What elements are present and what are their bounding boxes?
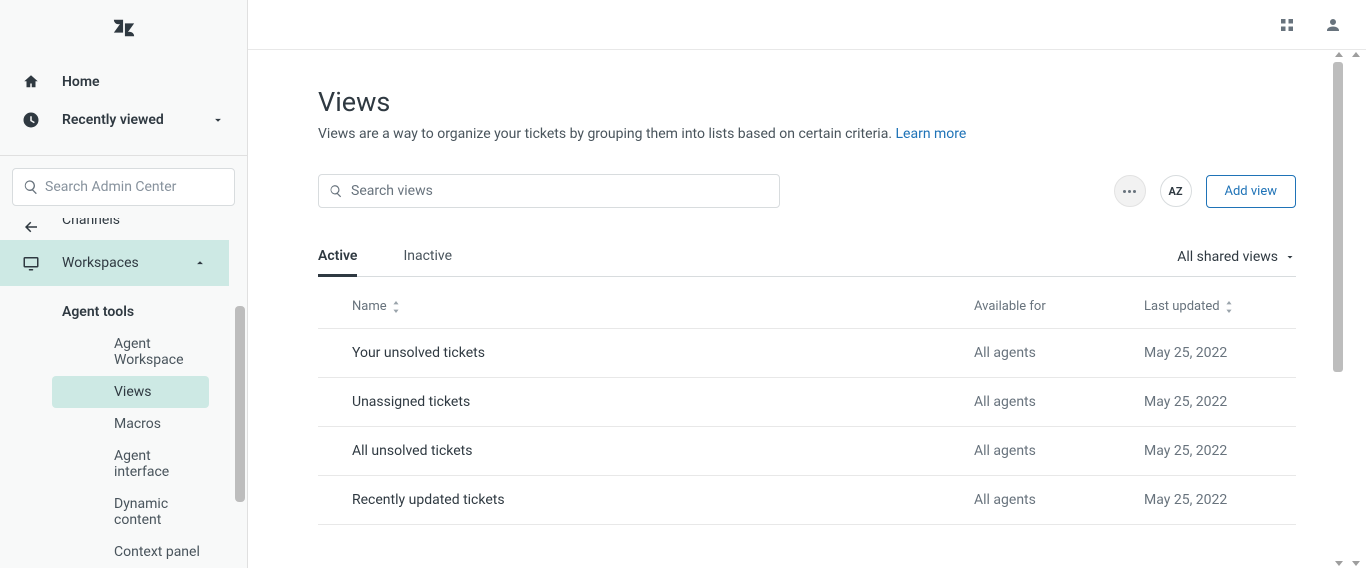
content-scrollbars (1332, 50, 1366, 568)
nav-recent-label: Recently viewed (62, 112, 164, 128)
sort-az-button[interactable]: AZ (1160, 175, 1192, 207)
search-views-box[interactable] (318, 174, 780, 208)
scroll-down-icon[interactable] (1335, 561, 1343, 566)
cell-available-for: All agents (974, 443, 1144, 459)
topbar (248, 0, 1366, 50)
cell-last-updated: May 25, 2022 (1144, 394, 1296, 410)
nav-recent[interactable]: Recently viewed (0, 101, 247, 139)
clock-icon (22, 111, 40, 129)
sidebar-channels-label: Channels (62, 218, 120, 228)
apps-grid-icon[interactable] (1278, 16, 1296, 34)
scrollbar-thumb[interactable] (1333, 62, 1343, 372)
cell-name: Unassigned tickets (318, 394, 974, 410)
sidebar-search-wrap (0, 156, 247, 218)
sidebar-section-label: Workspaces (62, 255, 139, 271)
sidebar-item-agent-interface[interactable]: Agent interface (52, 440, 209, 488)
home-icon (22, 73, 40, 91)
search-icon (23, 179, 39, 195)
cell-last-updated: May 25, 2022 (1144, 443, 1296, 459)
sidebar-section-workspaces[interactable]: Workspaces (0, 240, 229, 286)
sidebar: Home Recently viewed Channels Workspaces (0, 0, 248, 568)
inner-scrollbar[interactable] (1332, 50, 1349, 568)
th-last-updated[interactable]: Last updated (1144, 299, 1296, 314)
arrow-left-icon (22, 218, 40, 236)
cell-available-for: All agents (974, 345, 1144, 361)
sidebar-scrollbar-thumb[interactable] (235, 306, 245, 502)
chevron-up-icon (193, 256, 207, 270)
cell-last-updated: May 25, 2022 (1144, 492, 1296, 508)
sidebar-search[interactable] (12, 168, 235, 206)
sidebar-group-title: Agent tools (0, 286, 247, 328)
sidebar-item-macros[interactable]: Macros (52, 408, 209, 440)
chevron-down-icon (1284, 251, 1296, 263)
tab-inactive[interactable]: Inactive (403, 248, 452, 276)
cell-name: Recently updated tickets (318, 492, 974, 508)
add-view-button[interactable]: Add view (1206, 175, 1297, 208)
sidebar-item-agent-workspace[interactable]: Agent Workspace (52, 328, 209, 376)
cell-available-for: All agents (974, 394, 1144, 410)
sidebar-item-views[interactable]: Views (52, 376, 209, 408)
scroll-up-icon[interactable] (1352, 52, 1360, 57)
az-label: AZ (1168, 185, 1182, 198)
content: Views Views are a way to organize your t… (248, 50, 1366, 568)
page-title: Views (318, 86, 1296, 118)
page-desc-text: Views are a way to organize your tickets… (318, 126, 896, 142)
scroll-up-icon[interactable] (1335, 52, 1343, 57)
sidebar-search-input[interactable] (45, 179, 224, 195)
more-options-button[interactable] (1114, 175, 1146, 207)
table-row[interactable]: Unassigned ticketsAll agentsMay 25, 2022 (318, 378, 1296, 427)
nav-home-label: Home (62, 74, 100, 90)
sort-icon (391, 301, 401, 313)
learn-more-link[interactable]: Learn more (896, 126, 967, 142)
tabs-row: Active Inactive All shared views (318, 248, 1296, 277)
nav-home[interactable]: Home (0, 63, 247, 101)
table-header: Name Available for Last updated (318, 299, 1296, 329)
outer-scrollbar[interactable] (1349, 50, 1366, 568)
sort-icon (1224, 301, 1234, 313)
tab-active[interactable]: Active (318, 248, 357, 277)
sidebar-item-dynamic-content[interactable]: Dynamic content (52, 488, 209, 536)
sidebar-scroll: Channels Workspaces Agent tools Agent Wo… (0, 218, 247, 568)
search-views-input[interactable] (351, 183, 769, 199)
th-name[interactable]: Name (318, 299, 974, 314)
scroll-down-icon[interactable] (1352, 561, 1360, 566)
cell-available-for: All agents (974, 492, 1144, 508)
sidebar-item-channels[interactable]: Channels (0, 218, 247, 240)
main: Views Views are a way to organize your t… (248, 0, 1366, 568)
table-row[interactable]: Recently updated ticketsAll agentsMay 25… (318, 476, 1296, 525)
ellipsis-icon (1123, 190, 1136, 193)
zendesk-logo-icon (112, 16, 136, 40)
cell-name: Your unsolved tickets (318, 345, 974, 361)
cell-last-updated: May 25, 2022 (1144, 345, 1296, 361)
page-description: Views are a way to organize your tickets… (318, 126, 1296, 142)
search-icon (329, 184, 343, 198)
filter-label: All shared views (1177, 249, 1278, 265)
chevron-down-icon (211, 113, 225, 127)
table-row[interactable]: All unsolved ticketsAll agentsMay 25, 20… (318, 427, 1296, 476)
cell-name: All unsolved tickets (318, 443, 974, 459)
table-row[interactable]: Your unsolved ticketsAll agentsMay 25, 2… (318, 329, 1296, 378)
th-available-for: Available for (974, 299, 1144, 314)
views-toolbar: AZ Add view (318, 174, 1296, 208)
monitor-icon (22, 254, 40, 272)
profile-icon[interactable] (1324, 16, 1342, 34)
filter-dropdown[interactable]: All shared views (1177, 249, 1296, 275)
views-table: Name Available for Last updated Your uns… (318, 299, 1296, 525)
sidebar-item-context-panel[interactable]: Context panel (52, 536, 209, 568)
logo-row (0, 0, 247, 55)
primary-nav: Home Recently viewed (0, 55, 247, 156)
